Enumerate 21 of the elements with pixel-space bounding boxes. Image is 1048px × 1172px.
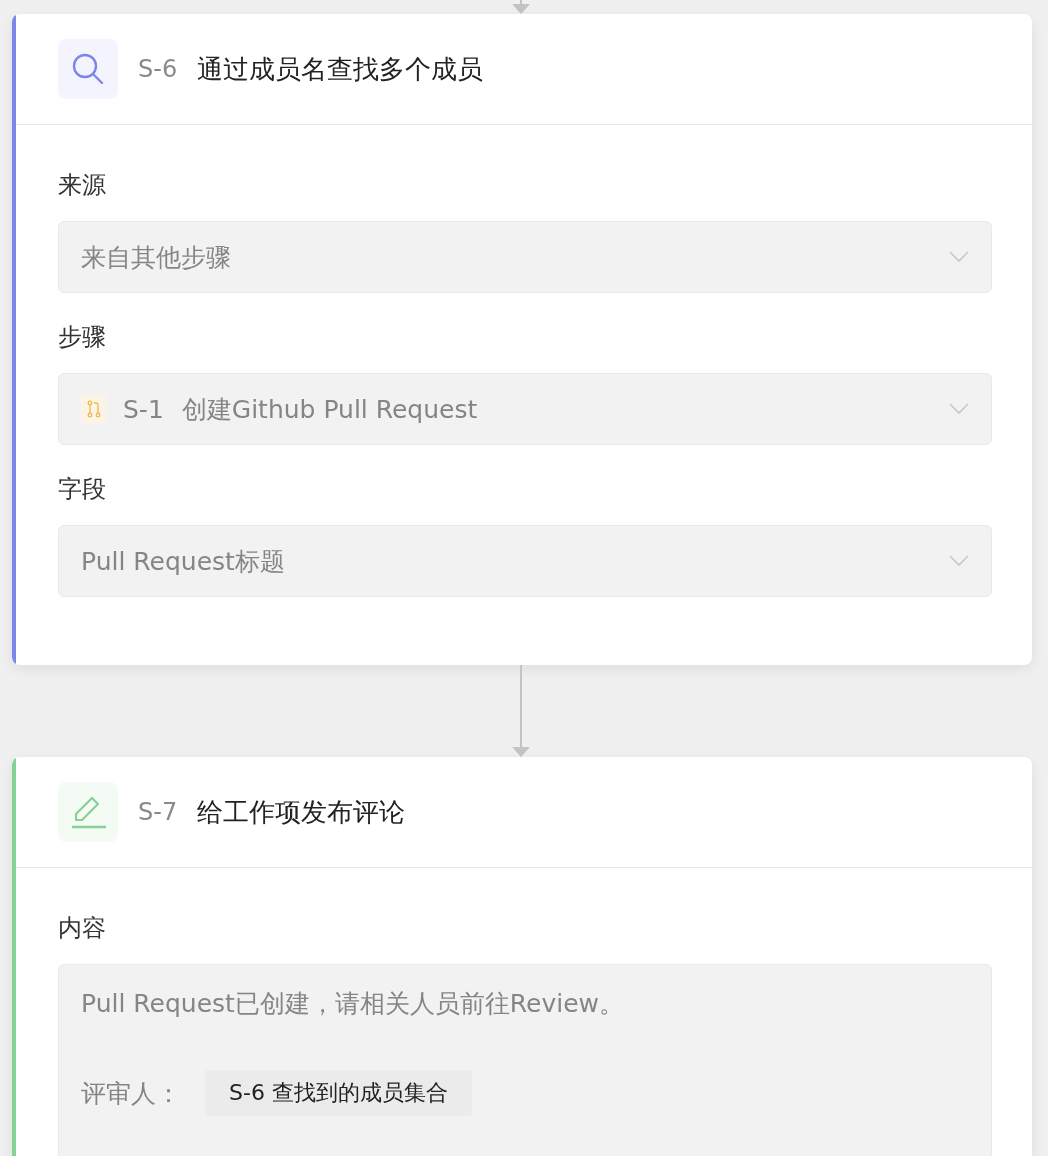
chevron-down-icon bbox=[949, 403, 969, 415]
select-field[interactable]: 来自其他步骤 bbox=[58, 221, 992, 293]
select-field[interactable]: Pull Request标题 bbox=[58, 525, 992, 597]
search-icon bbox=[70, 51, 106, 87]
field-label: 内容 bbox=[58, 913, 107, 944]
pencil-icon bbox=[70, 794, 106, 830]
step-id: S-7 bbox=[138, 798, 178, 826]
content-text: Pull Request已创建，请相关人员前往Review。 bbox=[81, 988, 625, 1020]
field-label: 步骤 bbox=[58, 322, 107, 353]
chevron-down-icon bbox=[949, 251, 969, 263]
reviewer-label: 评审人： bbox=[81, 1077, 181, 1110]
field-label: 字段 bbox=[58, 474, 107, 505]
content-field[interactable]: Pull Request已创建，请相关人员前往Review。 评审人： S-6 查找到的成员集合 bbox=[58, 964, 992, 1156]
step-title: 给工作项发布评论 bbox=[197, 795, 406, 829]
field-label: 来源 bbox=[58, 170, 107, 201]
step-id: S-6 bbox=[138, 55, 178, 83]
select-field[interactable]: S-1 创建Github Pull Request bbox=[58, 373, 992, 445]
step-title: 通过成员名查找多个成员 bbox=[197, 52, 484, 86]
variable-token: S-6 查找到的成员集合 bbox=[205, 1070, 472, 1116]
pull-request-icon bbox=[81, 394, 107, 424]
chevron-down-icon bbox=[949, 555, 969, 567]
